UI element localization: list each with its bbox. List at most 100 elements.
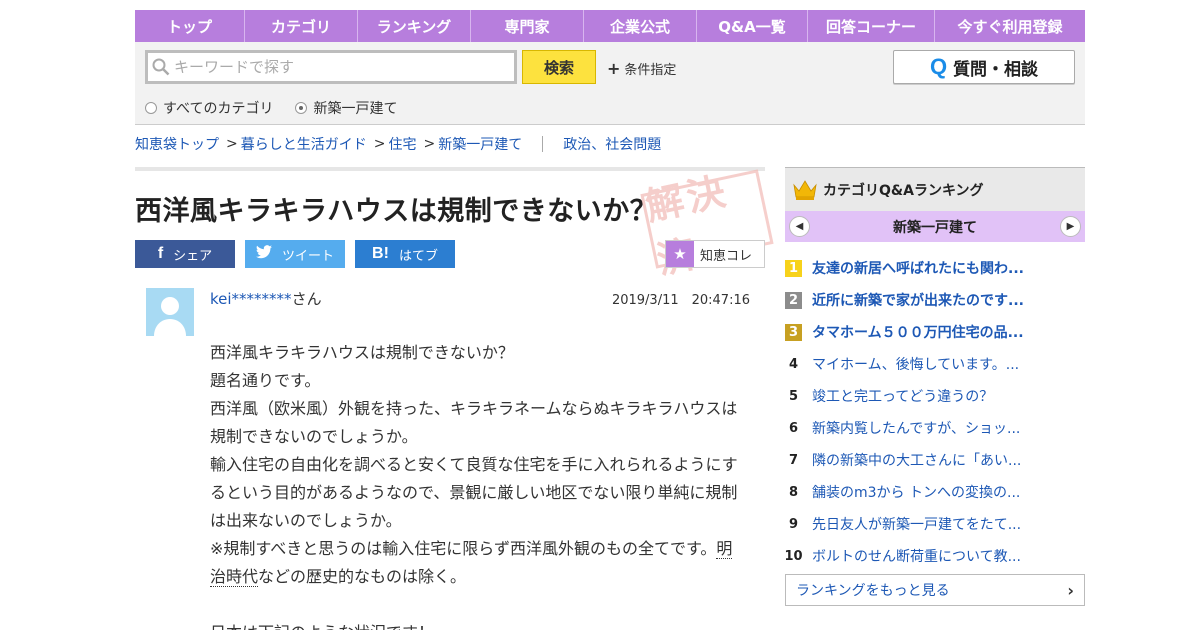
nav-top[interactable]: トップ [135, 10, 245, 42]
scope-current-radio[interactable]: 新築一戸建て [295, 98, 397, 118]
ranking-sidebar: カテゴリQ&Aランキング ◀ 新築一戸建て ▶ 1 友達の新居へ呼ばれたにも関わ.… [784, 167, 1085, 606]
questioner-suffix: さん [291, 290, 322, 308]
ranking-link[interactable]: タマホーム５００万円住宅の品... [812, 322, 1024, 342]
question-q-icon: Q [929, 54, 948, 79]
more-ranking-label: ランキングをもっと見る [796, 583, 950, 599]
condition-toggle[interactable]: + 条件指定 [607, 59, 676, 78]
ranking-link[interactable]: ボルトのせん断荷重について教... [812, 546, 1021, 566]
breadcrumb-chiebukuro-top[interactable]: 知恵袋トップ [135, 134, 219, 154]
nav-category[interactable]: カテゴリ [245, 10, 358, 42]
body-line: 題名通りです。 [210, 371, 321, 390]
chevron-right-icon: › [1067, 580, 1074, 600]
ranking-category-bar: ◀ 新築一戸建て ▶ [785, 211, 1085, 242]
breadcrumb-divider [542, 136, 544, 152]
body-line: 西洋風キラキラハウスは規制できないか？ [210, 343, 514, 362]
ranking-link[interactable]: 舗装のm3から トンへの変換の... [812, 482, 1020, 502]
ranking-link[interactable]: 先日友人が新築一戸建てをたて... [812, 514, 1021, 534]
ranking-link[interactable]: 竣工と完工ってどう違うの？ [812, 386, 993, 406]
related-category-link[interactable]: 政治、社会問題 [563, 134, 661, 154]
nav-ranking[interactable]: ランキング [358, 10, 471, 42]
chie-collection-label: 知恵コレ [700, 248, 753, 264]
ranking-item: 8 舗装のm3から トンへの変換の... [785, 476, 1085, 508]
scope-all-label: すべてのカテゴリ [163, 101, 274, 117]
questioner-name[interactable]: kei******** [210, 290, 292, 308]
nav-qa-list[interactable]: Q&A一覧 [697, 10, 808, 42]
breadcrumb-separator: > [226, 136, 238, 152]
ranking-link[interactable]: 隣の新築中の大工さんに「あい... [812, 450, 1021, 470]
share-row: f シェア ツイート B! はてブ ★ 知恵コレ [135, 240, 765, 268]
question-panel: 西洋風キラキラハウスは規制できないか？ 解決済 f シェア ツイート B! はて… [135, 167, 774, 630]
rank-badge: 10 [784, 548, 803, 564]
rank-badge: 9 [788, 516, 799, 532]
ranking-title: カテゴリQ&Aランキング [823, 182, 984, 199]
ranking-item: 1 友達の新居へ呼ばれたにも関わ... [785, 252, 1085, 284]
avatar[interactable] [146, 288, 194, 336]
body-line: ※規制すべきと思うのは輸入住宅に限らず西洋風外観のもの全てです。明治時代などの歴… [210, 535, 745, 591]
search-box[interactable] [145, 50, 517, 84]
ranking-item: 6 新築内覧したんですが、ショッ... [785, 412, 1085, 444]
chie-collection-button[interactable]: ★ 知恵コレ [665, 240, 765, 268]
body-text: ※規制すべきと思うのは輸入住宅に限らず西洋風外観のもの全てです。 [210, 539, 717, 558]
rank-badge: 7 [788, 452, 799, 468]
rank-badge: 8 [788, 484, 799, 500]
ask-question-label: 質問・相談 [953, 59, 1039, 80]
prev-arrow-icon[interactable]: ◀ [789, 216, 810, 237]
twitter-share-label: ツイート [281, 248, 334, 264]
hatena-share-button[interactable]: B! はてブ [355, 240, 455, 268]
ranking-item: 10 ボルトのせん断荷重について教... [784, 540, 1085, 572]
hatena-share-label: はてブ [398, 248, 438, 264]
ranking-list: 1 友達の新居へ呼ばれたにも関わ... 2 近所に新築で家が出来たのです... 3タ… [784, 252, 1085, 572]
ask-question-button[interactable]: Q 質問・相談 [893, 50, 1075, 84]
rank-badge: 4 [788, 356, 799, 372]
ranking-item: 2 近所に新築で家が出来たのです... [785, 284, 1085, 316]
more-ranking-button[interactable]: ランキングをもっと見る › [785, 574, 1085, 606]
search-scope: すべてのカテゴリ 新築一戸建て [145, 98, 397, 118]
questioner: kei********さん [210, 288, 322, 309]
scope-all-radio[interactable]: すべてのカテゴリ [145, 98, 273, 118]
question-datetime: 2019/3/11 20:47:16 [611, 293, 750, 308]
search-area: 検索 + 条件指定 Q 質問・相談 すべてのカテゴリ 新築一戸建て [135, 42, 1085, 125]
radio-unchecked-icon [145, 102, 157, 114]
breadcrumb: 知恵袋トップ > 暮らしと生活ガイド > 住宅 > 新築一戸建て 政治、社会問題 [135, 134, 661, 154]
nav-official[interactable]: 企業公式 [584, 10, 697, 42]
rank-badge: 6 [788, 420, 799, 436]
twitter-share-button[interactable]: ツイート [245, 240, 345, 268]
global-nav: トップ カテゴリ ランキング 専門家 企業公式 Q&A一覧 回答コーナー 今すぐ… [135, 10, 1085, 42]
ranking-link[interactable]: 新築内覧したんですが、ショッ... [812, 418, 1020, 438]
facebook-share-label: シェア [173, 248, 213, 264]
hatena-icon: B! [372, 245, 389, 262]
crown-icon [793, 179, 817, 201]
ranking-item: 9 先日友人が新築一戸建てをたて... [785, 508, 1085, 540]
ranking-link[interactable]: マイホーム、後悔しています。... [812, 354, 1019, 374]
body-line: 日本は下記のような状況です！ [210, 619, 745, 630]
nav-answer-corner[interactable]: 回答コーナー [808, 10, 935, 42]
breadcrumb-new-house[interactable]: 新築一戸建て [438, 134, 522, 154]
breadcrumb-housing[interactable]: 住宅 [388, 134, 416, 154]
ranking-item: 3 タマホーム５００万円住宅の品... [785, 316, 1085, 348]
twitter-bird-icon [255, 244, 272, 264]
nav-experts[interactable]: 専門家 [471, 10, 584, 42]
next-arrow-icon[interactable]: ▶ [1060, 216, 1081, 237]
ranking-link[interactable]: 近所に新築で家が出来たのです... [812, 290, 1024, 310]
search-input[interactable] [174, 58, 504, 76]
nav-register[interactable]: 今すぐ利用登録 [935, 10, 1085, 42]
star-icon: ★ [666, 241, 694, 267]
rank-badge: 5 [788, 388, 799, 404]
scope-current-label: 新築一戸建て [313, 101, 398, 117]
breadcrumb-life-guide[interactable]: 暮らしと生活ガイド [241, 134, 367, 154]
breadcrumb-separator: > [373, 136, 386, 152]
search-icon [148, 54, 174, 80]
radio-checked-icon [295, 102, 308, 114]
ranking-link[interactable]: 友達の新居へ呼ばれたにも関わ... [812, 258, 1024, 278]
facebook-share-button[interactable]: f シェア [135, 240, 235, 268]
rank-badge: 2 [785, 291, 802, 309]
ranking-item: 4 マイホーム、後悔しています。... [785, 348, 1085, 380]
search-button[interactable]: 検索 [522, 50, 596, 84]
ranking-item: 7 隣の新築中の大工さんに「あい... [785, 444, 1085, 476]
ranking-header: カテゴリQ&Aランキング [785, 167, 1085, 211]
plus-icon: + [607, 58, 621, 78]
page: トップ カテゴリ ランキング 専門家 企業公式 Q&A一覧 回答コーナー 今すぐ… [135, 10, 1085, 630]
facebook-icon: f [157, 245, 164, 262]
ranking-item: 5 竣工と完工ってどう違うの？ [785, 380, 1085, 412]
